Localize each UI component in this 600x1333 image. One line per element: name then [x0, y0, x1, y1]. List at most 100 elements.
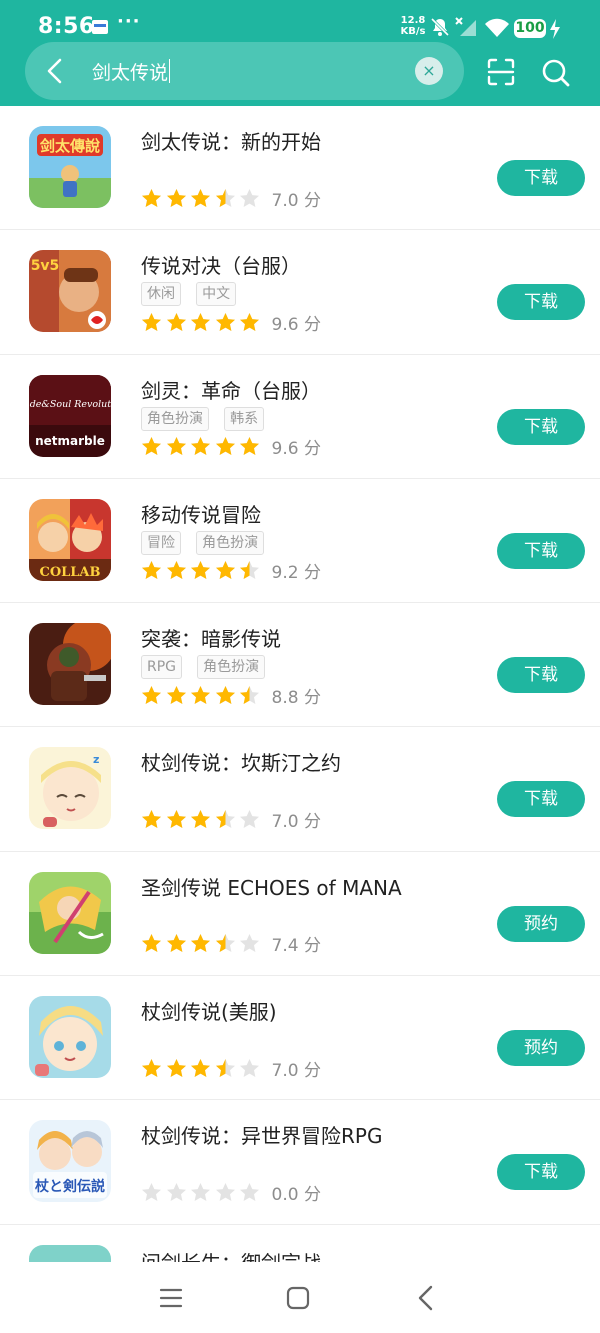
system-nav-bar: [0, 1262, 600, 1333]
star-empty-icon: [240, 188, 259, 207]
app-title[interactable]: 移动传说冒险: [141, 499, 261, 528]
list-item[interactable]: z 杖剑传说：坎斯汀之约 7.0 分 下载: [0, 727, 600, 852]
reserve-button[interactable]: 预约: [497, 905, 585, 942]
app-title[interactable]: 剑太传说：新的开始: [141, 126, 321, 155]
download-button[interactable]: 下载: [497, 408, 585, 445]
home-square-icon[interactable]: [286, 1286, 310, 1310]
download-button[interactable]: 下载: [497, 160, 585, 196]
tag[interactable]: 角色扮演: [141, 406, 209, 431]
star-rating: [141, 436, 264, 457]
app-icon[interactable]: [29, 996, 111, 1079]
download-button[interactable]: 下载: [497, 532, 585, 569]
app-title[interactable]: 圣剑传说 ECHOES of MANA: [141, 872, 402, 901]
download-button[interactable]: 下载: [497, 657, 585, 694]
tag[interactable]: 韩系: [224, 406, 265, 431]
search-bar: ×: [0, 42, 600, 102]
rating: 7.0 分: [141, 186, 321, 211]
app-icon[interactable]: [29, 623, 111, 706]
scan-icon[interactable]: [487, 58, 515, 86]
app-icon-text: Blade&Soul Revolution: [29, 399, 111, 410]
app-icon[interactable]: Blade&Soul Revolution netmarble: [29, 374, 111, 457]
list-item[interactable]: 5v5 传说对决（台服） 休闲 中文 9.6 分 下载: [0, 230, 600, 355]
status-time: 8:56: [38, 14, 95, 39]
star-full-icon: [191, 934, 210, 953]
tag[interactable]: 角色扮演: [197, 655, 266, 680]
score: 7.4 分: [271, 936, 321, 957]
rating: 7.0 分: [141, 1056, 321, 1081]
rating: 9.2 分: [141, 559, 321, 583]
network-speed-value: 12.8: [400, 15, 426, 26]
list-item[interactable]: 问剑长生：御剑宗战: [0, 1225, 600, 1262]
rating: 7.0 分: [141, 807, 321, 832]
search-results-list[interactable]: 剑太傳說 剑太传说：新的开始 7.0 分 下载 5v5 传说对决（台服） 休闲 …: [0, 106, 600, 1262]
star-rating: [141, 188, 264, 209]
app-icon[interactable]: COLLAB: [29, 498, 111, 581]
star-full-icon: [166, 809, 186, 828]
reserve-button[interactable]: 预约: [497, 1030, 585, 1067]
search-box: ×: [25, 42, 464, 100]
star-full-icon: [166, 188, 186, 207]
search-input[interactable]: [92, 54, 402, 88]
star-full-icon: [166, 561, 186, 580]
back-arrow-icon[interactable]: [42, 56, 70, 86]
score: 7.0 分: [271, 190, 321, 211]
download-button[interactable]: 下载: [497, 781, 585, 818]
app-title[interactable]: 传说对决（台服）: [141, 250, 301, 279]
star-full-icon: [191, 809, 210, 828]
star-full-icon: [215, 312, 235, 331]
app-title[interactable]: 杖剑传说：坎斯汀之约: [141, 747, 341, 776]
recent-apps-menu-icon[interactable]: [158, 1286, 184, 1310]
star-empty-icon: [166, 1182, 186, 1201]
list-item[interactable]: 圣剑传说 ECHOES of MANA 7.4 分 预约: [0, 852, 600, 977]
star-full-icon: [191, 561, 210, 580]
app-title[interactable]: 突袭：暗影传说: [141, 623, 281, 652]
rating: 8.8 分: [141, 683, 321, 708]
app-icon[interactable]: 杖と剣伝説: [29, 1120, 111, 1203]
tag[interactable]: 休闲: [141, 282, 181, 307]
rating: 0.0 分: [141, 1180, 321, 1205]
star-empty-icon: [240, 809, 259, 828]
star-full-icon: [142, 188, 161, 207]
list-item[interactable]: 剑太傳說 剑太传说：新的开始 7.0 分 下载: [0, 106, 600, 231]
list-item[interactable]: 杖剑传说(美服) 7.0 分 预约: [0, 976, 600, 1101]
clear-search-button[interactable]: ×: [415, 57, 443, 85]
star-full-icon: [166, 1058, 186, 1077]
search-icon[interactable]: [541, 58, 571, 88]
app-title[interactable]: 剑灵：革命（台服）: [141, 375, 321, 404]
star-half-icon: [215, 1058, 235, 1077]
svg-text:z: z: [93, 753, 99, 766]
tag[interactable]: RPG: [141, 655, 183, 680]
star-half-icon: [215, 188, 235, 207]
list-item[interactable]: 突袭：暗影传说 RPG 角色扮演 8.8 分 下载: [0, 603, 600, 728]
tag-list: 角色扮演 韩系: [141, 406, 274, 431]
tag-list: 冒险 角色扮演: [141, 530, 274, 555]
list-item[interactable]: Blade&Soul Revolution netmarble 剑灵：革命（台服…: [0, 355, 600, 479]
network-speed: 12.8 KB/s: [398, 15, 428, 37]
list-item[interactable]: 杖と剣伝説 杖剑传说：异世界冒险RPG 0.0 分 下载: [0, 1100, 600, 1225]
star-rating: [141, 933, 264, 954]
star-rating: [141, 560, 264, 581]
app-icon-text: 剑太傳說: [39, 137, 100, 155]
app-icon[interactable]: [29, 1244, 111, 1262]
app-icon[interactable]: z: [29, 747, 111, 830]
back-chevron-icon[interactable]: [415, 1284, 437, 1312]
download-button[interactable]: 下载: [497, 1154, 585, 1191]
wifi-icon: [485, 18, 509, 37]
star-full-icon: [191, 437, 210, 456]
download-button[interactable]: 下载: [497, 284, 585, 321]
score: 8.8 分: [271, 687, 321, 708]
star-half-icon: [215, 809, 235, 828]
star-full-icon: [215, 437, 235, 456]
tag[interactable]: 冒险: [141, 530, 181, 555]
app-title[interactable]: 杖剑传说：异世界冒险RPG: [141, 1120, 382, 1149]
app-title[interactable]: 问剑长生：御剑宗战: [141, 1247, 321, 1262]
app-icon[interactable]: [29, 871, 111, 954]
more-notifications-icon: ···: [117, 11, 141, 32]
tag[interactable]: 中文: [196, 282, 237, 307]
app-title[interactable]: 杖剑传说(美服): [141, 996, 277, 1025]
app-icon[interactable]: 5v5: [29, 250, 111, 333]
star-rating: [141, 809, 264, 830]
app-icon[interactable]: 剑太傳說: [29, 126, 111, 208]
tag[interactable]: 角色扮演: [196, 530, 265, 555]
list-item[interactable]: COLLAB 移动传说冒险 冒险 角色扮演 9.2 分 下载: [0, 479, 600, 604]
